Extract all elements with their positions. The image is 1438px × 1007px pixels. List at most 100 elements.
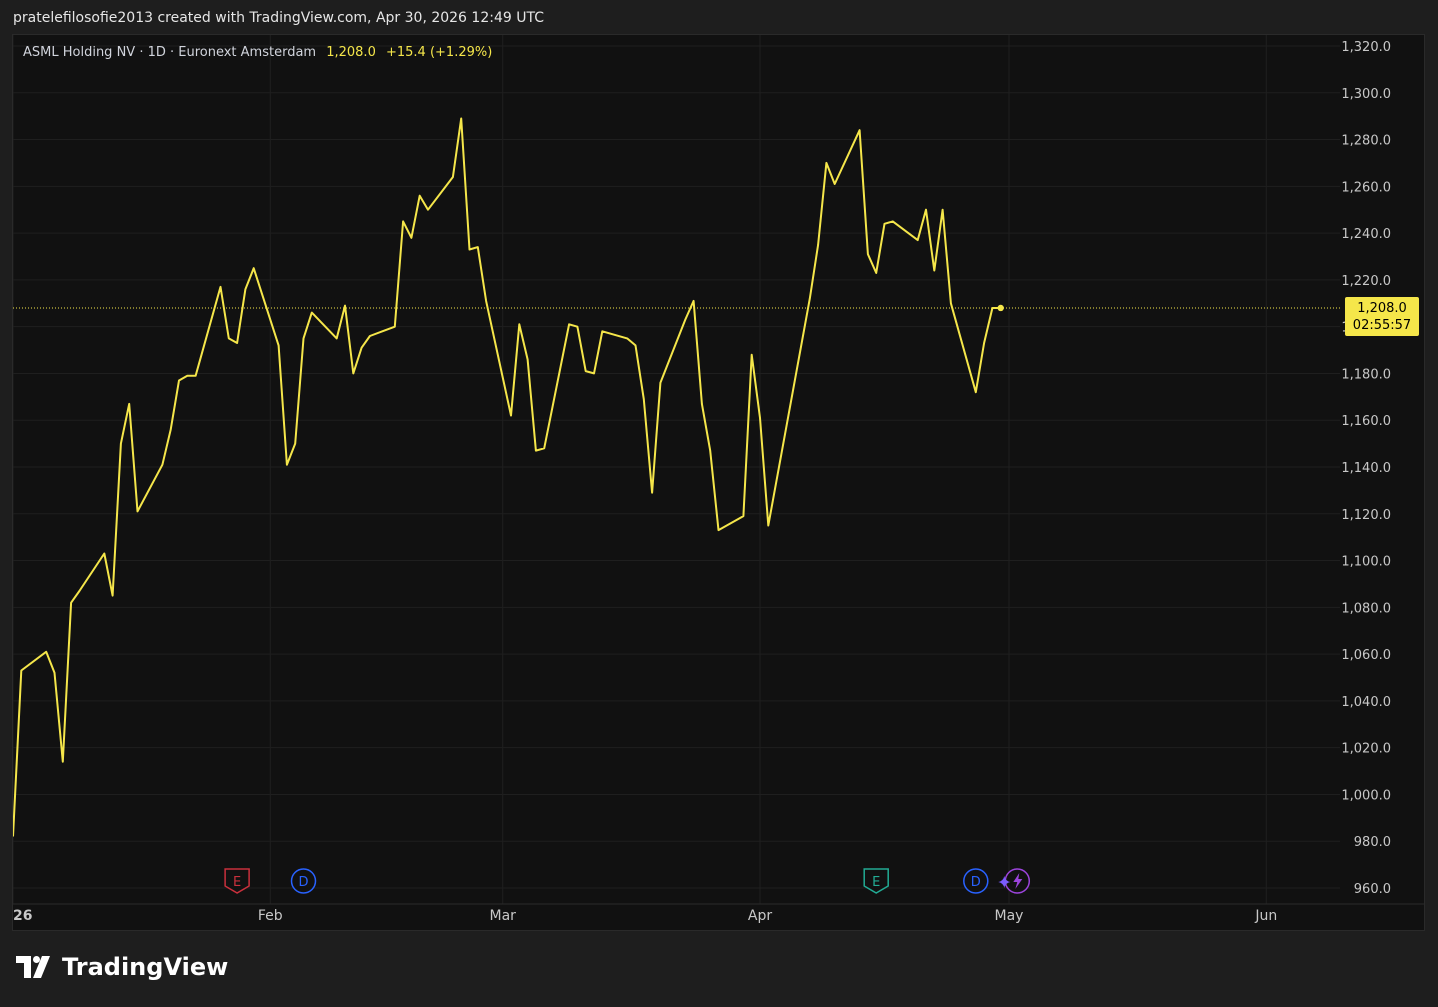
data-point bbox=[701, 403, 703, 405]
data-point bbox=[875, 272, 877, 274]
data-point bbox=[336, 337, 338, 339]
data-point bbox=[718, 529, 720, 531]
data-point bbox=[460, 118, 462, 120]
data-point bbox=[975, 391, 977, 393]
data-point bbox=[527, 358, 529, 360]
data-point bbox=[45, 651, 47, 653]
data-point bbox=[120, 443, 122, 445]
data-point bbox=[62, 761, 64, 763]
legend-symbol: ASML Holding NV · 1D · Euronext Amsterda… bbox=[23, 45, 317, 60]
data-point bbox=[303, 337, 305, 339]
earnings-icon[interactable]: E bbox=[863, 868, 889, 894]
data-point bbox=[469, 248, 471, 250]
data-point bbox=[925, 209, 927, 211]
data-point bbox=[626, 337, 628, 339]
data-point bbox=[510, 415, 512, 417]
data-point bbox=[767, 524, 769, 526]
data-point bbox=[70, 602, 72, 604]
data-point bbox=[892, 220, 894, 222]
y-tick-label: 1,160.0 bbox=[1341, 414, 1391, 429]
data-point bbox=[593, 372, 595, 374]
data-point bbox=[369, 335, 371, 337]
data-point bbox=[983, 342, 985, 344]
svg-text:E: E bbox=[233, 875, 241, 890]
x-tick-label: Feb bbox=[258, 908, 283, 924]
data-point bbox=[236, 342, 238, 344]
dividend-icon[interactable]: D bbox=[290, 868, 317, 894]
data-point bbox=[535, 450, 537, 452]
y-tick-label: 980.0 bbox=[1354, 835, 1391, 850]
data-point bbox=[543, 447, 545, 449]
data-point bbox=[576, 326, 578, 328]
data-point bbox=[54, 672, 56, 674]
data-point bbox=[103, 553, 105, 555]
data-point bbox=[286, 464, 288, 466]
data-point bbox=[128, 403, 130, 405]
svg-text:D: D bbox=[971, 875, 981, 890]
data-point bbox=[477, 246, 479, 248]
data-point bbox=[244, 288, 246, 290]
data-point bbox=[394, 326, 396, 328]
data-point bbox=[834, 183, 836, 185]
x-tick-label: Apr bbox=[748, 908, 772, 924]
data-point bbox=[751, 354, 753, 356]
data-point bbox=[859, 129, 861, 131]
data-point bbox=[825, 162, 827, 164]
data-point bbox=[933, 270, 935, 272]
sparkle-bolt-icon[interactable] bbox=[998, 868, 1031, 894]
tradingview-logo-icon bbox=[16, 956, 50, 978]
y-tick-label: 1,180.0 bbox=[1341, 367, 1391, 382]
y-tick-label: 1,280.0 bbox=[1341, 134, 1391, 149]
y-tick-label: 1,220.0 bbox=[1341, 274, 1391, 289]
data-point bbox=[601, 330, 603, 332]
data-point bbox=[867, 253, 869, 255]
chart-attribution: pratelefilosofie2013 created with Tradin… bbox=[13, 10, 544, 26]
data-point bbox=[693, 300, 695, 302]
data-point bbox=[817, 244, 819, 246]
svg-text:D: D bbox=[298, 875, 308, 890]
data-point bbox=[485, 300, 487, 302]
price-chart[interactable]: 1,320.0 1,300.0 1,280.0 1,260.0 1,240.0 1,220… bbox=[13, 35, 1424, 930]
earnings-icon[interactable]: E bbox=[224, 868, 250, 894]
data-point bbox=[427, 209, 429, 211]
data-point bbox=[178, 379, 180, 381]
y-tick-label: 1,020.0 bbox=[1341, 742, 1391, 757]
data-point bbox=[568, 323, 570, 325]
data-point bbox=[278, 344, 280, 346]
symbol-legend[interactable]: ASML Holding NV · 1D · Euronext Amsterda… bbox=[23, 45, 492, 60]
data-point bbox=[137, 510, 139, 512]
data-point bbox=[253, 267, 255, 269]
x-tick-label: Mar bbox=[489, 908, 516, 924]
tradingview-brand[interactable]: TradingView bbox=[16, 953, 228, 981]
price-series-line[interactable] bbox=[13, 117, 1001, 837]
data-point bbox=[759, 417, 761, 419]
data-point bbox=[452, 176, 454, 178]
brand-name: TradingView bbox=[62, 953, 229, 981]
y-tick-label: 1,260.0 bbox=[1341, 180, 1391, 195]
legend-change: +15.4 (+1.29%) bbox=[385, 45, 493, 60]
y-tick-label: 1,300.0 bbox=[1341, 87, 1391, 102]
y-tick-label: 1,240.0 bbox=[1341, 227, 1391, 242]
y-tick-label: 1,060.0 bbox=[1341, 648, 1391, 663]
data-point bbox=[884, 223, 886, 225]
data-point bbox=[78, 590, 80, 592]
x-tick-label: Jun bbox=[1254, 908, 1277, 924]
data-point bbox=[294, 443, 296, 445]
y-tick-label: 1,080.0 bbox=[1341, 601, 1391, 616]
data-point bbox=[311, 312, 313, 314]
svg-text:E: E bbox=[872, 875, 880, 890]
data-point bbox=[419, 195, 421, 197]
data-point bbox=[195, 375, 197, 377]
legend-price: 1,208.0 bbox=[326, 45, 376, 60]
data-point bbox=[402, 220, 404, 222]
chart-pane[interactable]: 1,320.0 1,300.0 1,280.0 1,260.0 1,240.0 1,220… bbox=[12, 34, 1425, 931]
x-tick-label: 26 bbox=[13, 908, 32, 924]
price-label-value: 1,208.0 bbox=[1357, 301, 1407, 316]
data-point bbox=[651, 492, 653, 494]
y-tick-label: 1,000.0 bbox=[1341, 788, 1391, 803]
dividend-icon[interactable]: D bbox=[963, 868, 989, 894]
data-point bbox=[643, 398, 645, 400]
data-point bbox=[220, 286, 222, 288]
data-point bbox=[742, 515, 744, 517]
data-point bbox=[950, 302, 952, 304]
